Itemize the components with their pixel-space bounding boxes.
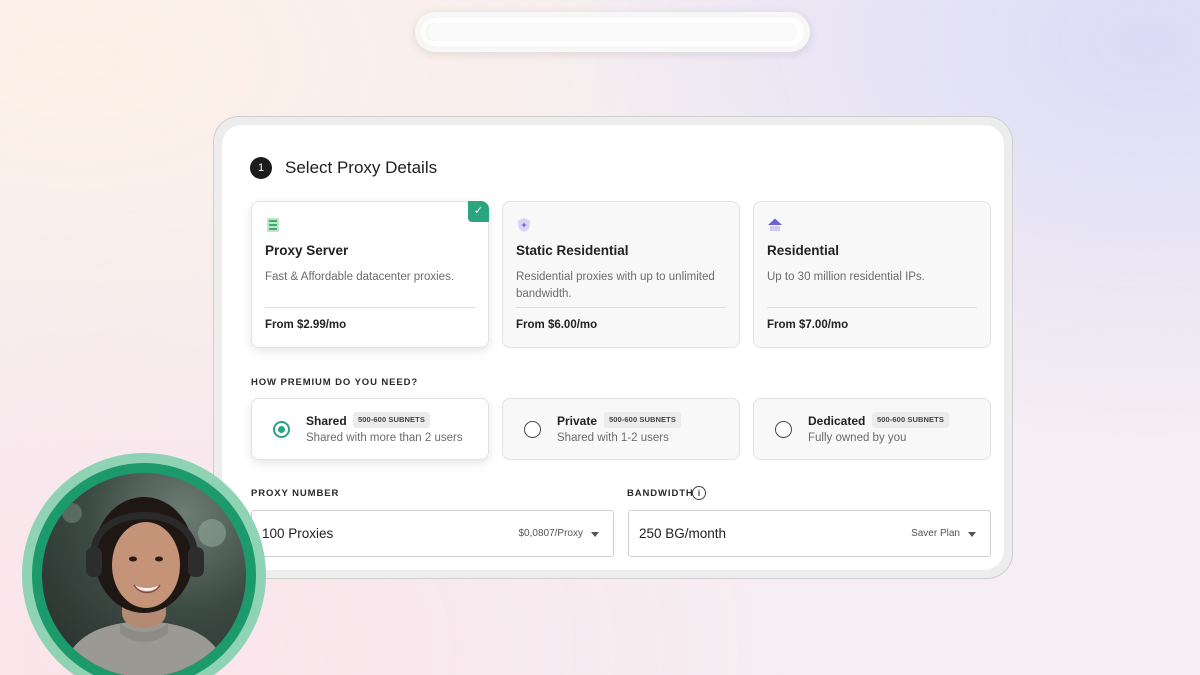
proxy-type-description: Residential proxies with up to unlimited… [516, 271, 715, 300]
chevron-down-icon [968, 532, 976, 537]
tier-description: Shared with 1-2 users [557, 432, 669, 444]
proxy-details-frame: 1 Select Proxy Details Proxy Server Fast… [213, 116, 1013, 579]
proxy-number-select[interactable]: 100 Proxies $0,0807/Proxy [251, 510, 614, 557]
proxy-details-card: 1 Select Proxy Details Proxy Server Fast… [222, 125, 1004, 570]
webcam-ring [32, 463, 256, 675]
progress-indicator [415, 12, 810, 52]
proxy-type-card-static-residential[interactable]: Static Residential Residential proxies w… [502, 201, 740, 348]
tier-name: Shared [306, 414, 347, 428]
proxy-type-price: From $2.99/mo [265, 319, 347, 331]
house-icon [768, 218, 782, 231]
bandwidth-plan-hint: Saver Plan [911, 528, 960, 539]
radio-button-selected[interactable] [273, 421, 290, 438]
proxy-price-hint: $0,0807/Proxy [518, 528, 584, 539]
proxy-type-card-proxy-server[interactable]: Proxy Server Fast & Affordable datacente… [251, 201, 489, 348]
tier-option-dedicated[interactable]: Dedicated 500-600 SUBNETS Fully owned by… [753, 398, 991, 460]
info-icon[interactable]: i [692, 486, 706, 500]
check-icon: ✓ [468, 201, 489, 222]
webcam-video [42, 473, 246, 675]
proxy-type-card-residential[interactable]: Residential Up to 30 million residential… [753, 201, 991, 348]
bandwidth-label: BANDWIDTH [627, 488, 694, 499]
tier-name: Dedicated [808, 414, 866, 428]
proxy-number-value: 100 Proxies [262, 526, 334, 541]
server-icon [267, 218, 279, 232]
tier-option-private[interactable]: Private 500-600 SUBNETS Shared with 1-2 … [502, 398, 740, 460]
shield-icon [518, 218, 530, 232]
radio-button[interactable] [524, 421, 541, 438]
page-title: Select Proxy Details [285, 158, 438, 177]
proxy-number-label: PROXY NUMBER [251, 488, 340, 499]
proxy-type-name: Proxy Server [265, 243, 349, 258]
radio-button[interactable] [775, 421, 792, 438]
subnet-badge: 500-600 SUBNETS [604, 412, 681, 428]
bandwidth-value: 250 BG/month [639, 526, 727, 541]
chevron-down-icon [591, 532, 599, 537]
proxy-type-description: Fast & Affordable datacenter proxies. [265, 271, 455, 283]
subnet-badge: 500-600 SUBNETS [872, 412, 949, 428]
tier-name: Private [557, 414, 598, 428]
proxy-type-name: Static Residential [516, 243, 629, 258]
proxy-type-price: From $6.00/mo [516, 319, 598, 331]
tier-description: Shared with more than 2 users [306, 432, 463, 444]
premium-section-label: HOW PREMIUM DO YOU NEED? [251, 377, 419, 388]
divider [516, 307, 726, 308]
tier-option-shared[interactable]: Shared 500-600 SUBNETS Shared with more … [251, 398, 489, 460]
bandwidth-select[interactable]: 250 BG/month Saver Plan [628, 510, 991, 557]
proxy-type-description: Up to 30 million residential IPs. [767, 271, 925, 283]
tier-description: Fully owned by you [808, 432, 907, 444]
proxy-type-price: From $7.00/mo [767, 319, 849, 331]
divider [265, 307, 475, 308]
progress-track [421, 18, 804, 46]
divider [767, 307, 977, 308]
subnet-badge: 500-600 SUBNETS [353, 412, 430, 428]
presenter-image [62, 497, 228, 675]
step-number-badge: 1 [250, 157, 272, 179]
proxy-type-name: Residential [767, 243, 840, 258]
